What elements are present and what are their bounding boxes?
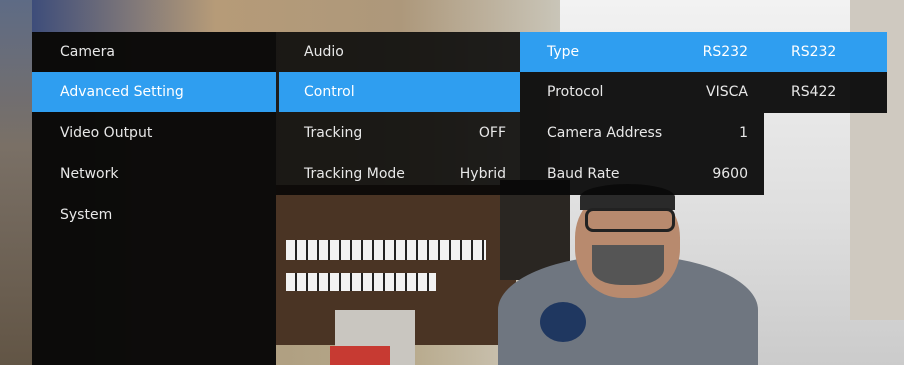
control-menu: Type RS232 Protocol VISCA Camera Address… — [520, 32, 764, 195]
menu-item-value: OFF — [478, 125, 506, 141]
menu-item-tracking[interactable]: Tracking OFF — [276, 113, 520, 153]
menu-item-tracking-mode[interactable]: Tracking Mode Hybrid — [276, 154, 520, 194]
main-menu: Camera Advanced Setting Video Output Net… — [32, 32, 276, 365]
menu-item-system[interactable]: System — [32, 195, 276, 235]
organ-keys-upper — [286, 240, 486, 260]
menu-divider — [276, 72, 279, 112]
menu-item-label: Advanced Setting — [60, 84, 184, 100]
menu-item-camera-address[interactable]: Camera Address 1 — [520, 113, 764, 153]
menu-item-network[interactable]: Network — [32, 154, 276, 194]
menu-item-type[interactable]: Type RS232 — [520, 32, 764, 72]
menu-item-value: Hybrid — [459, 166, 506, 182]
option-rs422[interactable]: RS422 — [764, 72, 887, 112]
type-options-menu: RS232 RS422 — [764, 32, 887, 113]
background-top — [30, 0, 560, 33]
background-red-object — [330, 346, 390, 365]
menu-item-label: Tracking Mode — [304, 166, 405, 182]
menu-item-baud-rate[interactable]: Baud Rate 9600 — [520, 154, 764, 194]
menu-item-audio[interactable]: Audio — [276, 32, 520, 72]
menu-item-video-output[interactable]: Video Output — [32, 113, 276, 153]
menu-item-control[interactable]: Control — [276, 72, 520, 112]
option-rs232[interactable]: RS232 — [764, 32, 887, 72]
background-left — [0, 0, 32, 365]
menu-item-label: Audio — [304, 44, 344, 60]
menu-item-label: Protocol — [547, 84, 604, 100]
shirt-logo — [540, 302, 586, 342]
option-label: RS232 — [791, 44, 837, 60]
menu-item-value: VISCA — [706, 84, 748, 100]
menu-item-label: Network — [60, 166, 119, 182]
person-glasses — [585, 208, 675, 232]
menu-item-label: System — [60, 207, 113, 223]
menu-item-camera[interactable]: Camera — [32, 32, 276, 72]
menu-item-label: Camera — [60, 44, 115, 60]
menu-item-label: Camera Address — [547, 125, 663, 141]
menu-item-protocol[interactable]: Protocol VISCA — [520, 72, 764, 112]
menu-item-value: 9600 — [712, 166, 748, 182]
menu-item-label: Control — [304, 84, 355, 100]
menu-item-label: Type — [547, 44, 580, 60]
advanced-setting-menu: Audio Control Tracking OFF Tracking Mode… — [276, 32, 520, 195]
menu-item-value: RS232 — [702, 44, 748, 60]
person-beard — [592, 245, 664, 285]
camera-preview: Camera Advanced Setting Video Output Net… — [0, 0, 904, 365]
menu-item-advanced-setting[interactable]: Advanced Setting — [32, 72, 276, 112]
menu-item-value: 1 — [739, 125, 748, 141]
organ-keys-lower — [286, 273, 436, 291]
menu-item-label: Video Output — [60, 125, 153, 141]
menu-item-label: Baud Rate — [547, 166, 620, 182]
menu-item-label: Tracking — [304, 125, 363, 141]
option-label: RS422 — [791, 84, 837, 100]
